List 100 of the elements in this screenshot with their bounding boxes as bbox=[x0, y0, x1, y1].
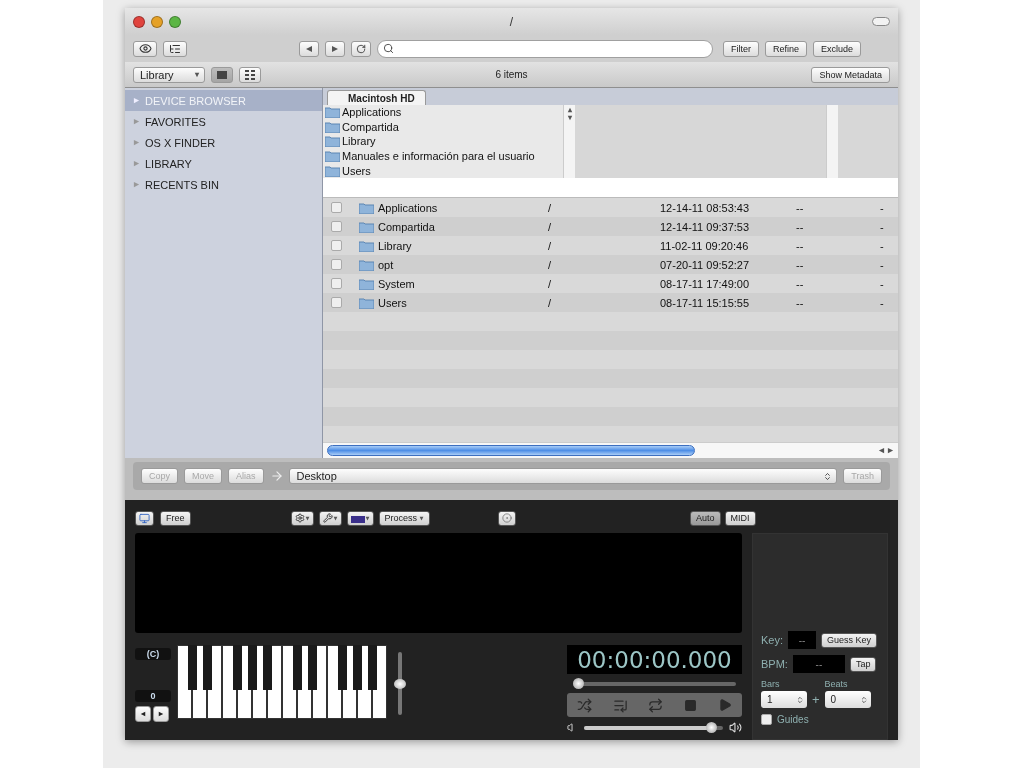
process-button[interactable]: Process bbox=[378, 510, 431, 526]
row-checkbox[interactable] bbox=[331, 297, 342, 308]
disclosure-triangle-icon bbox=[133, 181, 140, 188]
octave-up-button[interactable] bbox=[153, 706, 169, 722]
preview-button[interactable] bbox=[133, 40, 157, 57]
stop-icon[interactable] bbox=[684, 698, 698, 712]
table-cell-text: - bbox=[880, 258, 885, 271]
drive-tab[interactable]: Macintosh HD bbox=[327, 90, 426, 105]
minimize-button[interactable] bbox=[151, 15, 163, 28]
caret-icon bbox=[364, 515, 370, 521]
source-dropdown[interactable]: Library bbox=[133, 66, 205, 83]
mode-toggle[interactable]: MIDI bbox=[724, 510, 756, 526]
column-item[interactable]: Users bbox=[323, 163, 563, 178]
filter-button[interactable]: Exclude bbox=[813, 40, 862, 57]
zoom-button[interactable] bbox=[169, 15, 181, 28]
list-view-button[interactable] bbox=[211, 66, 233, 83]
beats-stepper[interactable]: 0 bbox=[824, 691, 871, 708]
play-icon[interactable] bbox=[717, 698, 732, 712]
guides-label: Guides bbox=[777, 714, 809, 725]
stepper-arrows-icon bbox=[796, 695, 804, 704]
filter-button[interactable]: Refine bbox=[765, 40, 807, 57]
row-checkbox[interactable] bbox=[331, 259, 342, 270]
close-button[interactable] bbox=[133, 15, 145, 28]
list-icon[interactable] bbox=[612, 697, 628, 713]
column-item[interactable]: Library bbox=[323, 134, 563, 149]
table-cell-text: - bbox=[880, 239, 885, 252]
file-name: Users bbox=[378, 296, 408, 309]
toolbar-toggle-button[interactable] bbox=[872, 17, 890, 26]
table-cell-text: - bbox=[880, 277, 885, 290]
shuffle-icon[interactable] bbox=[577, 697, 593, 713]
column-item[interactable]: Manuales e información para el usuario bbox=[323, 148, 563, 164]
disclosure-triangle-icon bbox=[133, 97, 140, 104]
table-cell-text: -- bbox=[796, 296, 805, 309]
right-arrow-icon bbox=[158, 711, 164, 717]
forward-button[interactable] bbox=[325, 40, 345, 57]
table-cell-text: - bbox=[880, 201, 885, 214]
show-metadata-button[interactable]: Show Metadata bbox=[811, 66, 890, 83]
tools-menu-button[interactable] bbox=[318, 510, 342, 526]
mode-toggle[interactable]: Auto bbox=[690, 510, 721, 526]
caret-icon bbox=[419, 515, 425, 521]
vertical-scrollbar[interactable] bbox=[563, 105, 575, 178]
vertical-scrollbar[interactable] bbox=[826, 105, 838, 178]
tap-button[interactable]: Tap bbox=[849, 656, 877, 672]
record-button[interactable] bbox=[498, 510, 517, 526]
destination-dropdown[interactable]: Desktop bbox=[289, 468, 838, 484]
arrow-icon bbox=[269, 469, 284, 483]
list-button[interactable] bbox=[163, 40, 187, 57]
back-button[interactable] bbox=[299, 40, 319, 57]
row-checkbox[interactable] bbox=[331, 240, 342, 251]
horizontal-scrollbar[interactable] bbox=[323, 442, 898, 458]
row-checkbox[interactable] bbox=[331, 202, 342, 213]
disclosure-triangle-icon bbox=[133, 160, 140, 167]
bars-stepper[interactable]: 1 bbox=[761, 691, 807, 708]
free-button[interactable]: Free bbox=[160, 510, 191, 526]
sidebar-item[interactable]: RECENTS BIN bbox=[125, 174, 322, 195]
filter-button[interactable]: Filter bbox=[723, 40, 759, 57]
volume-slider[interactable] bbox=[584, 722, 723, 733]
modified-date: 12-14-11 09:37:53 bbox=[660, 220, 751, 233]
row-checkbox[interactable] bbox=[331, 221, 342, 232]
table-cell-text: -- bbox=[796, 239, 805, 252]
settings-menu-button[interactable] bbox=[290, 510, 314, 526]
device-menu-button[interactable] bbox=[346, 510, 374, 526]
modified-date: 08-17-11 17:49:00 bbox=[660, 277, 751, 290]
caret-icon bbox=[332, 515, 338, 521]
folder-icon bbox=[359, 258, 374, 271]
file-name: opt bbox=[378, 258, 395, 271]
stepper-arrows-icon bbox=[823, 471, 833, 481]
item-count: 6 items bbox=[495, 69, 528, 80]
column-item[interactable]: Compartida bbox=[323, 119, 563, 135]
up-arrow-icon bbox=[566, 107, 573, 113]
grid-view-button[interactable] bbox=[239, 66, 261, 83]
sidebar-item[interactable]: FAVORITES bbox=[125, 111, 322, 132]
file-path: / bbox=[548, 201, 553, 214]
modified-date: 11-02-11 09:20:46 bbox=[660, 239, 750, 252]
caret-icon bbox=[194, 71, 200, 78]
folder-icon bbox=[359, 277, 374, 290]
guides-checkbox[interactable] bbox=[761, 714, 772, 725]
position-slider[interactable] bbox=[573, 678, 736, 689]
device-icon bbox=[350, 513, 365, 523]
key-value: -- bbox=[788, 631, 816, 649]
forward-arrow-icon bbox=[331, 44, 339, 53]
left-arrow-icon bbox=[140, 711, 146, 717]
repeat-icon[interactable] bbox=[648, 697, 664, 713]
sidebar-item[interactable]: LIBRARY bbox=[125, 153, 322, 174]
back-arrow-icon bbox=[305, 44, 313, 53]
file-name: Applications bbox=[378, 201, 439, 214]
row-checkbox[interactable] bbox=[331, 278, 342, 289]
table-cell-text: -- bbox=[796, 220, 805, 233]
folder-icon bbox=[359, 201, 374, 214]
refresh-button[interactable] bbox=[351, 40, 371, 57]
guess-key-button[interactable]: Guess Key bbox=[821, 632, 878, 648]
search-field[interactable] bbox=[377, 39, 713, 58]
file-path: / bbox=[548, 277, 553, 290]
table-cell-text: - bbox=[880, 220, 885, 233]
sidebar-item[interactable]: OS X FINDER bbox=[125, 132, 322, 153]
file-name: Compartida bbox=[378, 220, 436, 233]
column-item[interactable]: Applications bbox=[323, 105, 563, 120]
octave-down-button[interactable] bbox=[135, 706, 151, 722]
bpm-value: -- bbox=[792, 655, 845, 673]
gear-icon bbox=[294, 513, 305, 523]
